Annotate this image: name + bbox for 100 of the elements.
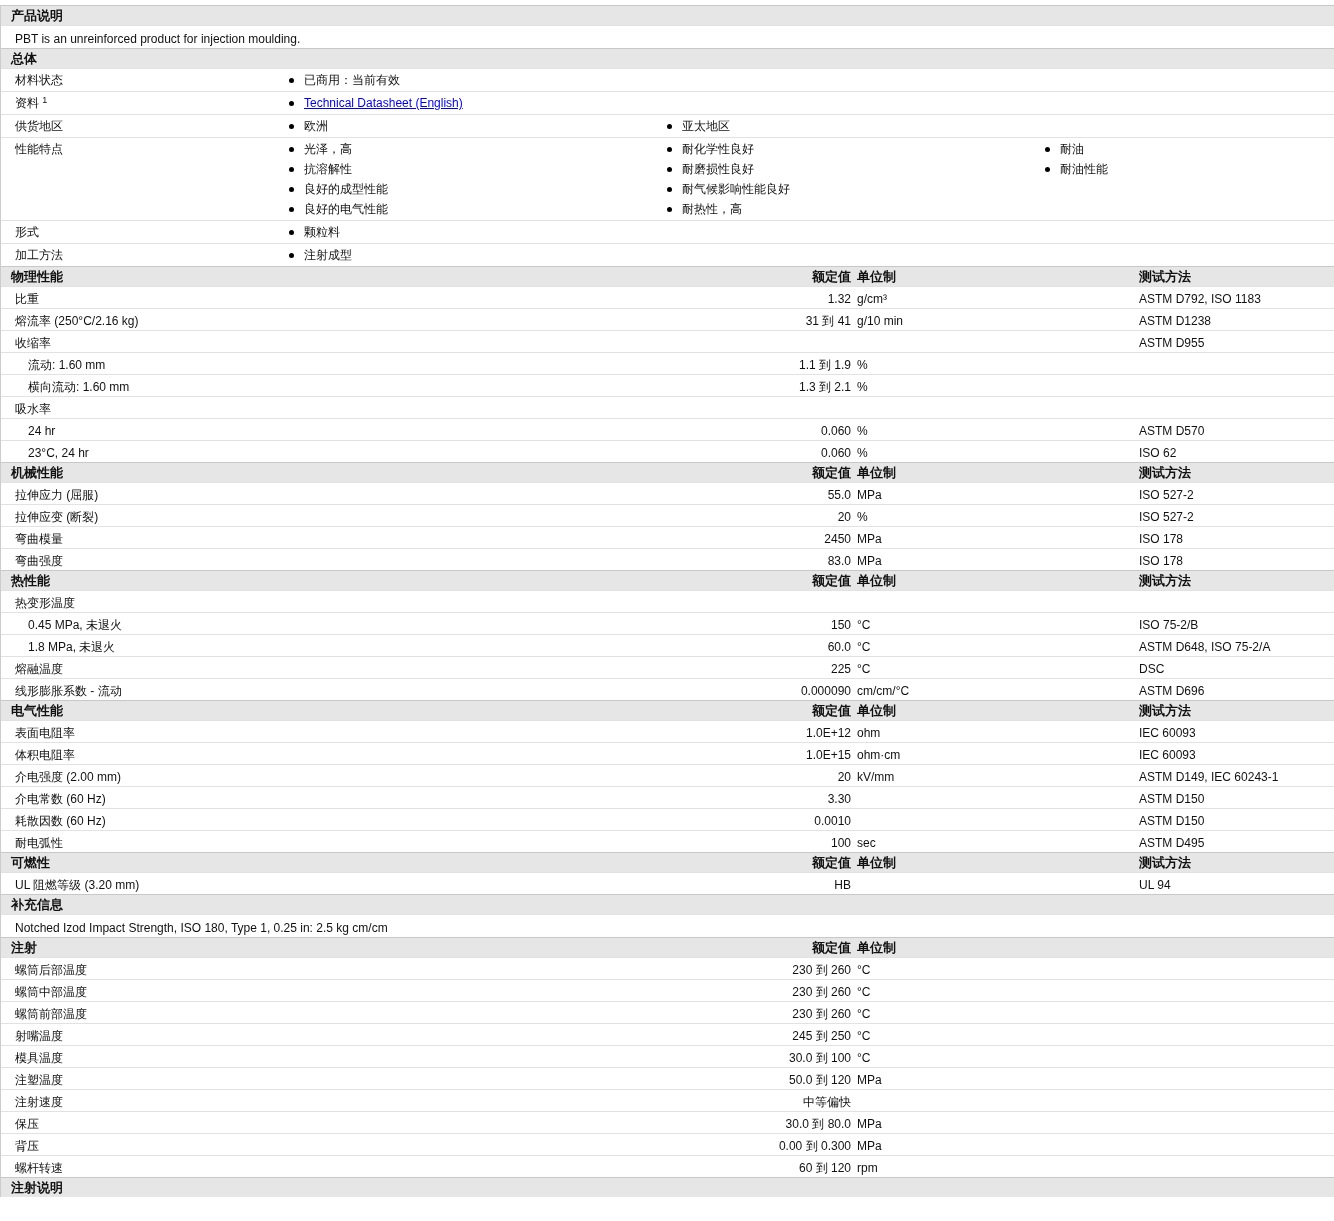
property-label: 资料 $^{1}$ [14,95,49,111]
test-method-cell-text: ISO 527-2 [1138,486,1195,504]
value-cell-text: 1.32 [826,290,851,308]
bullet-icon [289,100,294,106]
value-cell-text: 230 到 260 [791,983,851,1001]
bullet-icon [1045,166,1050,172]
column-header: 额定值 [811,939,851,957]
test-method-cell-text: ASTM D1238 [1138,312,1213,330]
section-title: 注射 [10,939,38,957]
test-method-cell-text: ASTM D570 [1138,422,1206,440]
test-method-cell-text: IEC 60093 [1138,724,1197,742]
value-cell-text: 150 [829,616,851,634]
unit-cell-text: g/cm³ [856,290,888,308]
section-title: 注射说明 [10,1179,64,1197]
value-cell-text: 230 到 260 [791,961,851,979]
property-label: 形式 [14,224,40,240]
unit-cell-text: % [856,356,869,374]
column-header: 单位制 [856,464,897,482]
property-label: 0.45 MPa, 未退火 [27,616,124,634]
unit-cell-text: ohm·cm [856,746,902,764]
unit-cell-text: rpm [856,1159,879,1177]
unit-cell-text: sec [856,834,877,852]
bullet-icon [667,186,672,192]
test-method-cell-text: ASTM D792, ISO 1183 [1138,290,1262,308]
value-cell-text: 225 [829,660,851,678]
column-header: 单位制 [856,854,897,872]
datasheet-link[interactable]: Technical Datasheet (English) [304,95,463,111]
column-header: 单位制 [856,702,897,720]
property-label: 螺筒中部温度 [14,983,88,1001]
property-label: 23°C, 24 hr [27,444,90,462]
value-cell-text: 55.0 [826,486,851,504]
unit-cell-text: MPa [856,486,883,504]
unit-cell-text: cm/cm/°C [856,682,911,700]
property-label: 螺杆转速 [14,1159,64,1177]
section-title: 补充信息 [10,896,64,914]
bullet-text: 耐气候影响性能良好 [682,181,790,197]
property-label: 1.8 MPa, 未退火 [27,638,117,656]
property-label: 拉伸应力 (屈服) [14,486,100,504]
unit-cell-text: MPa [856,1137,883,1155]
bullet-text: 耐化学性良好 [682,141,754,157]
bullet-icon [289,206,294,212]
unit-cell-text: g/10 min [856,312,905,330]
unit-cell-text: % [856,444,869,462]
test-method-cell-text: DSC [1138,660,1166,678]
value-cell-text: 0.000090 [799,682,851,700]
property-label: 收缩率 [14,334,52,352]
bullet-icon [289,123,294,129]
column-header: 额定值 [811,268,851,286]
bullet-icon [289,229,294,235]
property-label: 介电强度 (2.00 mm) [14,768,122,786]
test-method-cell-text: ISO 527-2 [1138,508,1195,526]
bullet-icon [289,166,294,172]
section-title: 产品说明 [10,7,64,25]
value-cell-text: 1.0E+12 [804,724,851,742]
column-header: 测试方法 [1138,572,1192,590]
bullet-icon [289,146,294,152]
property-label: 耗散因数 (60 Hz) [14,812,107,830]
property-label: 熔流率 (250°C/2.16 kg) [14,312,140,330]
property-label: 耐电弧性 [14,834,64,852]
test-method-cell-text: ASTM D696 [1138,682,1206,700]
bullet-icon [289,252,294,258]
bullet-text: 耐磨损性良好 [682,161,754,177]
bullet-text: 已商用：当前有效 [304,72,400,88]
property-label: 流动: 1.60 mm [27,356,107,374]
property-label: 模具温度 [14,1049,64,1067]
bullet-icon [667,146,672,152]
test-method-cell-text: ASTM D150 [1138,790,1206,808]
unit-cell-text: °C [856,1005,872,1023]
property-label: 热变形温度 [14,594,76,612]
unit-cell-text: % [856,508,869,526]
bullet-icon [667,166,672,172]
test-method-cell-text: UL 94 [1138,876,1172,894]
unit-cell-text: kV/mm [856,768,896,786]
column-header: 单位制 [856,572,897,590]
value-cell-text: 100 [829,834,851,852]
value-cell-text: 30.0 到 100 [787,1049,851,1067]
value-cell-text: 中等偏快 [802,1093,851,1111]
property-label: 注塑温度 [14,1071,64,1089]
unit-cell-text: °C [856,638,872,656]
property-label: 螺筒前部温度 [14,1005,88,1023]
property-label: 供货地区 [14,118,64,134]
test-method-cell-text: ASTM D495 [1138,834,1206,852]
bullet-icon [289,186,294,192]
bullet-text: 耐油性能 [1060,161,1108,177]
test-method-cell-text: IEC 60093 [1138,746,1197,764]
test-method-cell-text: ISO 62 [1138,444,1178,462]
value-cell-text: 0.0010 [813,812,851,830]
test-method-cell-text: ISO 178 [1138,530,1185,548]
value-cell-text: 30.0 到 80.0 [784,1115,851,1133]
property-label: 背压 [14,1137,40,1155]
value-cell-text: 1.1 到 1.9 [797,356,851,374]
value-cell-text: 1.0E+15 [804,746,851,764]
column-header: 测试方法 [1138,854,1192,872]
test-method-cell-text: ISO 178 [1138,552,1185,570]
unit-cell-text: °C [856,1027,872,1045]
bullet-text: 亚太地区 [682,118,730,134]
unit-cell-text: ohm [856,724,882,742]
bullet-text: 耐热性，高 [682,201,742,217]
unit-cell-text: MPa [856,552,883,570]
section-title: 总体 [9,50,38,68]
